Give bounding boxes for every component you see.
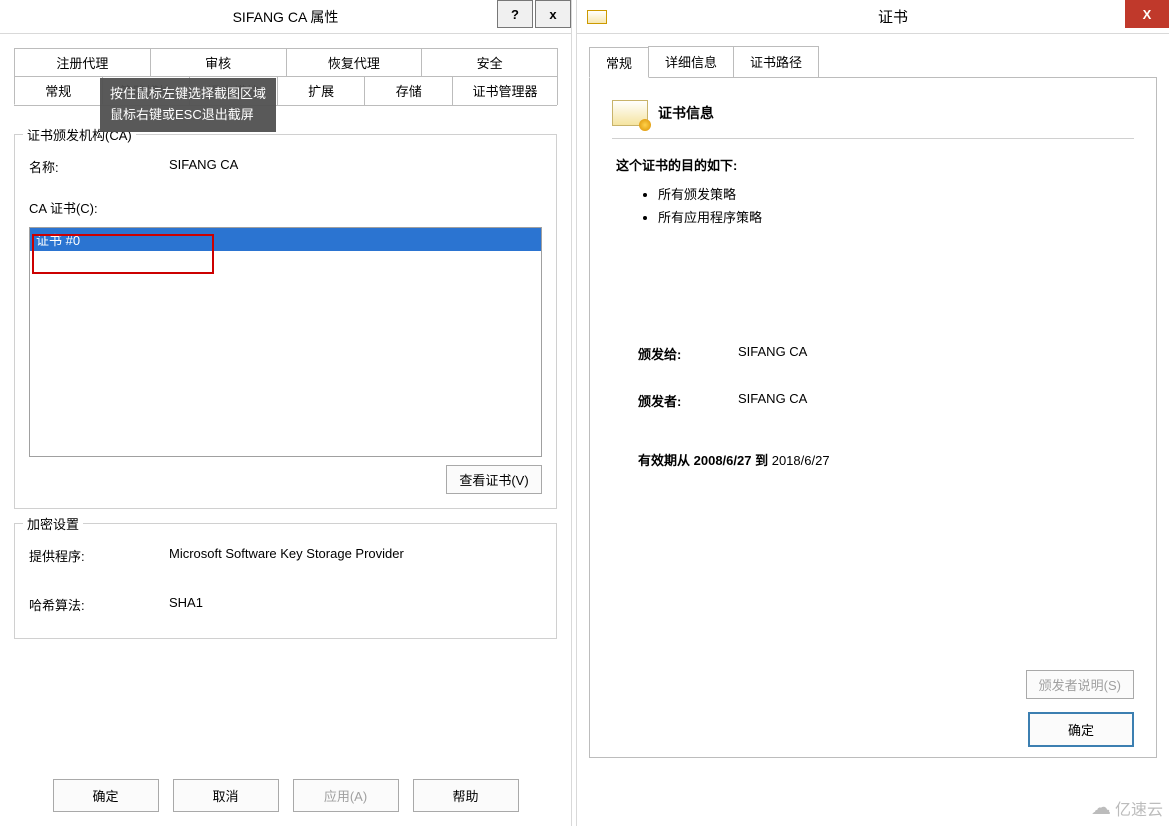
tab-security[interactable]: 安全	[421, 48, 558, 76]
purpose-item: 所有应用程序策略	[658, 207, 1130, 226]
ca-cert-listbox[interactable]: 证书 #0	[29, 227, 542, 457]
tab-storage[interactable]: 存储	[364, 76, 453, 105]
provider-value: Microsoft Software Key Storage Provider	[169, 546, 404, 565]
group-enc-title: 加密设置	[23, 514, 83, 533]
purpose-item: 所有颁发策略	[658, 184, 1130, 203]
group-encryption: 加密设置 提供程序: Microsoft Software Key Storag…	[14, 523, 557, 639]
ok-button-right[interactable]: 确定	[1028, 712, 1134, 747]
watermark: ☁ 亿速云	[1091, 795, 1163, 820]
issued-to-value: SIFANG CA	[738, 344, 807, 363]
hash-value: SHA1	[169, 595, 203, 614]
close-button-left[interactable]: x	[535, 0, 571, 28]
issued-by-value: SIFANG CA	[738, 391, 807, 410]
title-right-text: 证书	[617, 6, 1169, 27]
dialog-buttons-left: 确定 取消 应用(A) 帮助	[0, 779, 571, 812]
valid-to: 2018/6/27	[772, 453, 830, 468]
cancel-button[interactable]: 取消	[173, 779, 279, 812]
tooltip-line1: 按住鼠标左键选择截图区域	[110, 84, 266, 105]
tab-audit[interactable]: 审核	[150, 48, 287, 76]
certificate-icon	[587, 10, 607, 24]
titlebar-left: SIFANG CA 属性 ? x	[0, 0, 571, 34]
group-ca: 证书颁发机构(CA) 名称: SIFANG CA CA 证书(C): 证书 #0…	[14, 134, 557, 509]
valid-from: 2008/6/27	[694, 453, 752, 468]
certificate-dialog: 证书 X 常规 详细信息 证书路径 证书信息 这个证书的目的如下: 所有颁发策略…	[576, 0, 1169, 826]
name-label: 名称:	[29, 157, 169, 176]
cert-purpose-box: 这个证书的目的如下: 所有颁发策略 所有应用程序策略	[612, 138, 1134, 234]
tabs-left: 注册代理 审核 恢复代理 安全 常规 策略模块 退出模块 扩展 存储 证书管理器	[0, 34, 571, 106]
apply-button: 应用(A)	[293, 779, 399, 812]
cert-info-title: 证书信息	[658, 103, 714, 123]
valid-prefix: 有效期从	[638, 453, 694, 468]
certificate-ribbon-icon	[612, 100, 648, 126]
tooltip-line2: 鼠标右键或ESC退出截屏	[110, 105, 266, 126]
close-button-right[interactable]: X	[1125, 0, 1169, 28]
ca-properties-dialog: SIFANG CA 属性 ? x 注册代理 审核 恢复代理 安全 常规 策略模块…	[0, 0, 572, 826]
tab-cert-manager[interactable]: 证书管理器	[452, 76, 558, 105]
ca-cert-label: CA 证书(C):	[29, 198, 169, 217]
issued-by-label: 颁发者:	[638, 391, 738, 410]
watermark-text: 亿速云	[1115, 796, 1163, 820]
validity-row: 有效期从 2008/6/27 到 2018/6/27	[612, 450, 1134, 469]
tab-general[interactable]: 常规	[14, 76, 103, 105]
issued-to-label: 颁发给:	[638, 344, 738, 363]
tab-extensions[interactable]: 扩展	[277, 76, 366, 105]
issuance-block: 颁发给: SIFANG CA 颁发者: SIFANG CA	[612, 344, 1134, 410]
screenshot-tooltip: 按住鼠标左键选择截图区域 鼠标右键或ESC退出截屏	[100, 78, 276, 132]
help-button[interactable]: ?	[497, 0, 533, 28]
cert-list-item[interactable]: 证书 #0	[30, 228, 541, 251]
tab-general-right[interactable]: 常规	[589, 47, 649, 78]
cloud-icon: ☁	[1091, 795, 1111, 820]
name-value: SIFANG CA	[169, 157, 238, 176]
issuer-statement-button: 颁发者说明(S)	[1026, 670, 1134, 699]
tab-register-agent[interactable]: 注册代理	[14, 48, 151, 76]
provider-label: 提供程序:	[29, 546, 169, 565]
tab-details[interactable]: 详细信息	[648, 46, 734, 77]
tab-recovery-agent[interactable]: 恢复代理	[286, 48, 423, 76]
valid-mid: 到	[755, 453, 772, 468]
cert-general-pane: 证书信息 这个证书的目的如下: 所有颁发策略 所有应用程序策略 颁发给: SIF…	[589, 78, 1157, 758]
tabs-right: 常规 详细信息 证书路径	[589, 46, 1157, 78]
ok-button-left[interactable]: 确定	[53, 779, 159, 812]
titlebar-right: 证书 X	[577, 0, 1169, 34]
purpose-label: 这个证书的目的如下:	[616, 155, 1130, 174]
tab-cert-path[interactable]: 证书路径	[733, 46, 819, 77]
help-button-bottom[interactable]: 帮助	[413, 779, 519, 812]
hash-label: 哈希算法:	[29, 595, 169, 614]
view-cert-button[interactable]: 查看证书(V)	[446, 465, 542, 494]
title-left-text: SIFANG CA 属性	[233, 7, 339, 27]
